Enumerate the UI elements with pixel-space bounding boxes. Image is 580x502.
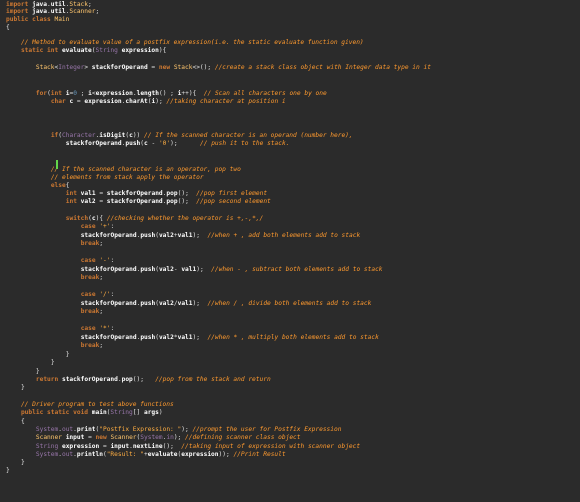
code-line[interactable] (6, 80, 576, 89)
code-line[interactable]: } (6, 466, 576, 475)
code-line[interactable]: case '-': (6, 256, 576, 265)
code-line[interactable]: } (6, 358, 576, 367)
code-line[interactable]: static int evaluate(String expression){ (6, 46, 576, 55)
code-line[interactable] (6, 114, 576, 123)
code-line[interactable]: break; (6, 239, 576, 248)
code-line[interactable]: public static void main(String[] args) (6, 408, 576, 417)
code-line[interactable]: break; (6, 273, 576, 282)
code-line[interactable]: case '*': (6, 324, 576, 333)
code-line[interactable]: Scanner input = new Scanner(System.in); … (6, 433, 576, 442)
text-cursor (56, 160, 58, 169)
code-line[interactable] (6, 156, 576, 165)
code-line[interactable]: int val2 = stackforOperand.pop(); //pop … (6, 197, 576, 206)
code-line[interactable]: break; (6, 307, 576, 316)
code-line[interactable]: stackforOperand.push(c - '0'); // push i… (6, 139, 576, 148)
code-line[interactable]: { (6, 23, 576, 32)
code-line[interactable]: case '+': (6, 222, 576, 231)
code-line[interactable]: break; (6, 341, 576, 350)
code-line[interactable]: } (6, 383, 576, 392)
code-line[interactable]: Stack<Integer> stackforOperand = new Sta… (6, 63, 576, 72)
code-editor[interactable]: import java.util.Stack; import java.util.… (0, 0, 580, 502)
code-line[interactable]: case '/': (6, 290, 576, 299)
code-line[interactable]: char c = expression.charAt(i); //taking … (6, 97, 576, 106)
